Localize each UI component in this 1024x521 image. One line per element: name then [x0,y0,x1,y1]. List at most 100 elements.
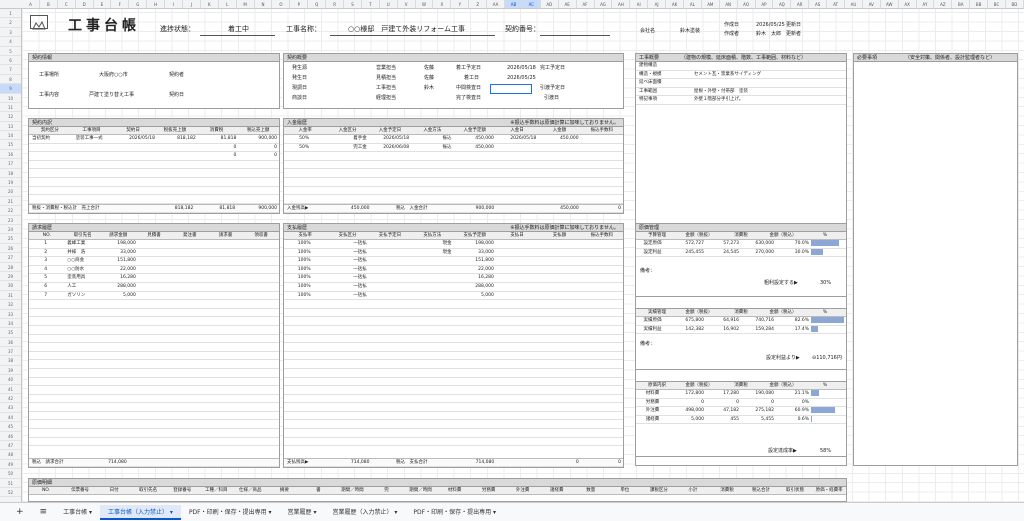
table-cell[interactable] [284,161,326,169]
table-cell[interactable] [369,249,411,257]
table-cell[interactable] [581,343,623,351]
table-cell[interactable] [326,438,368,446]
sheet-list-icon[interactable]: ≡ [32,505,56,520]
table-cell[interactable]: ○○防水 [64,266,102,274]
table-cell[interactable] [369,343,411,351]
table-cell[interactable] [411,420,453,428]
table-cell[interactable] [116,161,157,169]
table-cell[interactable]: 190,080 [741,390,776,398]
table-cell[interactable] [64,317,102,325]
table-cell[interactable] [29,386,64,394]
row-number[interactable]: 36 [0,338,21,348]
table-cell[interactable] [208,403,243,411]
table-cell[interactable] [326,326,368,334]
table-cell[interactable]: 1 [29,240,64,248]
column-letter[interactable]: D [76,0,94,8]
table-cell[interactable] [173,360,208,368]
table-cell[interactable] [411,178,453,186]
table-cell[interactable] [208,412,243,420]
table-cell[interactable] [581,317,623,325]
table-cell[interactable] [326,395,368,403]
table-cell[interactable] [496,257,538,265]
column-letter[interactable]: AZ [934,0,953,8]
table-cell[interactable] [103,326,138,334]
column-letter[interactable]: F [111,0,130,8]
table-cell[interactable] [29,195,73,203]
table-cell[interactable] [64,309,102,317]
table-cell[interactable]: 22,000 [454,266,496,274]
table-cell[interactable] [538,249,580,257]
sheet-tab[interactable]: PDF・印刷・保存・提出専用 ▾ [181,505,280,520]
table-cell[interactable] [454,161,496,169]
table-cell[interactable] [208,249,243,257]
table-cell[interactable] [138,420,173,428]
column-letter[interactable]: AI [630,0,649,8]
column-letter[interactable]: AC [522,0,541,8]
table-cell[interactable] [496,300,538,308]
table-cell[interactable] [138,309,173,317]
table-cell[interactable] [29,438,64,446]
table-cell[interactable] [326,360,368,368]
table-cell[interactable] [496,360,538,368]
table-cell[interactable] [538,152,580,160]
column-letter[interactable]: X [433,0,452,8]
table-cell[interactable] [538,274,580,282]
table-cell[interactable] [454,195,496,203]
table-cell[interactable]: 一括払 [326,240,368,248]
row-number[interactable]: 49 [0,460,21,470]
table-cell[interactable] [244,352,279,360]
table-cell[interactable] [138,292,173,300]
table-cell[interactable]: 2026/05/18 [496,135,538,143]
table-cell[interactable]: 81,818 [198,135,239,143]
row-number[interactable]: 17 [0,159,21,169]
table-cell[interactable] [496,326,538,334]
table-cell[interactable] [73,169,117,177]
table-cell[interactable] [538,240,580,248]
table-cell[interactable]: 2026/06/08 [369,144,411,152]
table-cell[interactable] [496,352,538,360]
table-cell[interactable] [103,395,138,403]
table-cell[interactable] [64,429,102,437]
table-cell[interactable] [173,429,208,437]
table-cell[interactable] [244,317,279,325]
table-cell[interactable] [454,438,496,446]
table-cell[interactable] [64,412,102,420]
table-cell[interactable] [103,300,138,308]
row-number[interactable]: 48 [0,450,21,460]
table-cell[interactable]: 設定原価 [636,240,671,248]
table-cell[interactable] [73,195,117,203]
table-cell[interactable] [238,161,279,169]
table-cell[interactable]: 198,000 [454,240,496,248]
row-number[interactable]: 39 [0,366,21,376]
row-number[interactable]: 18 [0,169,21,179]
row-number[interactable]: 20 [0,187,21,197]
table-cell[interactable] [64,343,102,351]
table-cell[interactable] [411,292,453,300]
table-cell[interactable] [138,240,173,248]
table-cell[interactable] [496,438,538,446]
column-letter[interactable]: AW [881,0,899,8]
row-number[interactable]: 13 [0,122,21,132]
table-cell[interactable]: 100% [284,240,326,248]
row-number[interactable]: 15 [0,140,21,150]
table-cell[interactable] [284,309,326,317]
table-cell[interactable] [538,266,580,274]
table-cell[interactable] [581,187,623,195]
table-cell[interactable] [208,386,243,394]
table-cell[interactable]: 一括払 [326,249,368,257]
table-cell[interactable] [411,300,453,308]
table-cell[interactable] [411,266,453,274]
table-cell[interactable] [198,161,239,169]
table-cell[interactable] [369,403,411,411]
start-value[interactable]: 2026/05/25 [507,75,536,82]
table-cell[interactable] [326,352,368,360]
table-cell[interactable]: 33,000 [454,249,496,257]
table-cell[interactable] [538,292,580,300]
column-letter[interactable]: BC [988,0,1006,8]
table-cell[interactable] [64,369,102,377]
row-number[interactable]: 35 [0,328,21,338]
site-value[interactable]: 大阪府○○市 [99,72,128,79]
column-letter[interactable]: I [165,0,184,8]
table-cell[interactable] [29,300,64,308]
column-letter[interactable]: P [290,0,309,8]
